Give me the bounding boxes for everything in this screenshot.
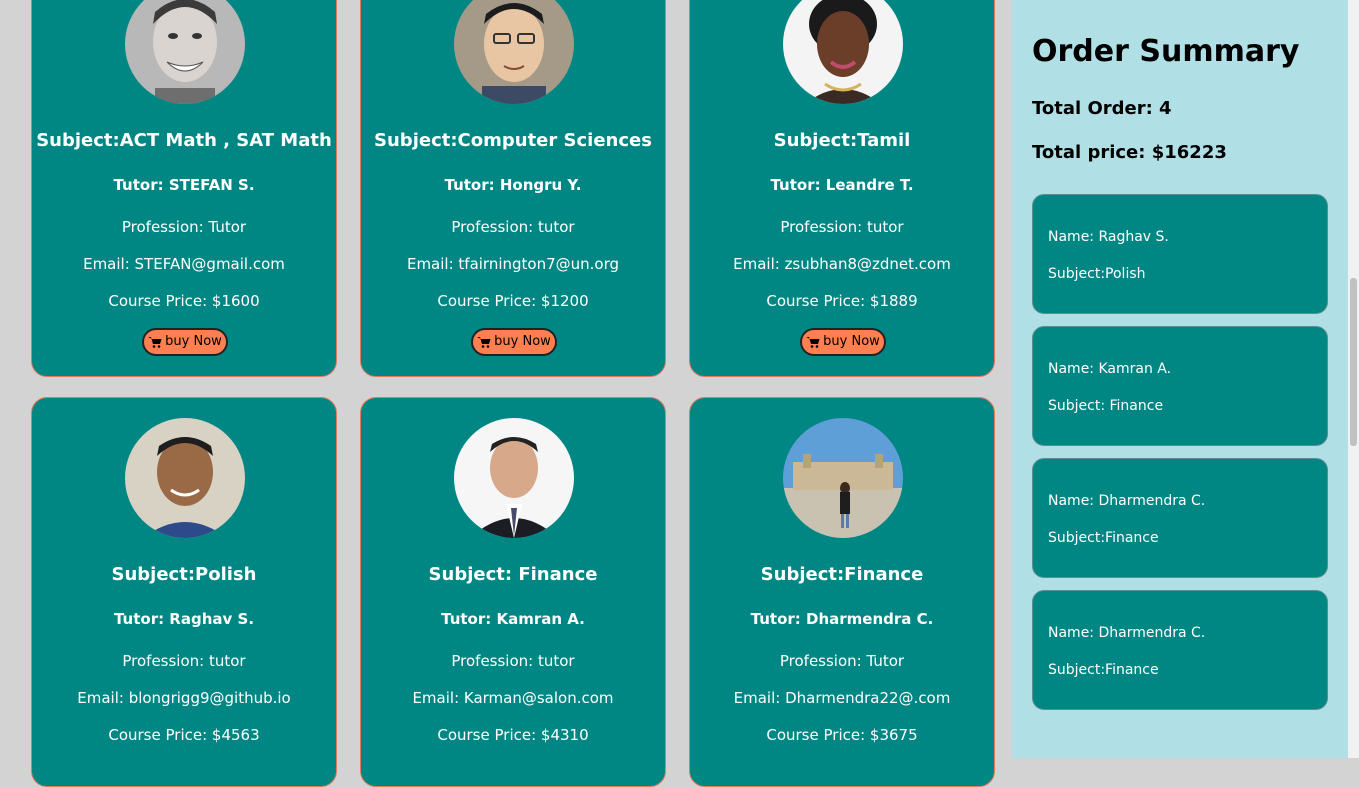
order-item: Name: Raghav S. Subject:Polish: [1032, 194, 1328, 314]
tutor-email: Email: blongrigg9@github.io: [77, 689, 291, 707]
tutor-profession: Profession: tutor: [451, 218, 575, 236]
tutor-email: Email: STEFAN@gmail.com: [83, 255, 285, 273]
tutor-avatar: [125, 418, 245, 538]
order-item-subject: Subject:Polish: [1048, 266, 1146, 282]
tutor-price: Course Price: $4563: [108, 726, 260, 744]
order-item-name: Name: Raghav S.: [1048, 229, 1169, 245]
tutor-card: Subject:Polish Tutor: Raghav S. Professi…: [31, 397, 337, 787]
tutor-name: Tutor: Raghav S.: [113, 610, 255, 628]
buy-now-button[interactable]: buy Now: [800, 328, 886, 356]
tutor-avatar: [454, 418, 574, 538]
tutor-card: Subject:Computer Sciences Tutor: Hongru …: [360, 0, 666, 377]
tutor-profession: Profession: Tutor: [121, 218, 247, 236]
tutor-price: Course Price: $1889: [766, 292, 918, 310]
buy-now-button[interactable]: buy Now: [471, 328, 557, 356]
order-item-name: Name: Dharmendra C.: [1048, 625, 1206, 641]
tutor-price: Course Price: $1600: [108, 292, 260, 310]
total-order: Total Order: 4: [1032, 98, 1172, 119]
tutor-subject: Subject:Tamil: [773, 130, 911, 151]
tutor-price: Course Price: $1200: [437, 292, 589, 310]
order-item-subject: Subject:Finance: [1048, 662, 1159, 678]
tutor-name: Tutor: Leandre T.: [770, 176, 914, 194]
order-item-subject: Subject: Finance: [1048, 398, 1164, 414]
tutor-email: Email: Dharmendra22@.com: [733, 689, 951, 707]
order-item-name: Name: Dharmendra C.: [1048, 493, 1206, 509]
tutor-name: Tutor: Hongru Y.: [444, 176, 582, 194]
order-item: Name: Dharmendra C. Subject:Finance: [1032, 458, 1328, 578]
tutor-email: Email: tfairnington7@un.org: [406, 255, 620, 273]
buy-now-label: buy Now: [165, 334, 222, 349]
tutor-profession: Profession: Tutor: [779, 652, 905, 670]
tutor-subject: Subject:Polish: [111, 564, 257, 585]
tutor-avatar: [783, 0, 903, 104]
shopping-cart-icon: [477, 336, 491, 348]
tutor-name: Tutor: Kamran A.: [441, 610, 585, 628]
tutor-subject: Subject:Finance: [760, 564, 924, 585]
scrollbar-thumb[interactable]: [1350, 278, 1357, 446]
tutor-avatar: [454, 0, 574, 104]
tutor-subject: Subject:Computer Sciences: [374, 130, 652, 151]
tutor-subject: Subject: Finance: [428, 564, 598, 585]
total-price: Total price: $16223: [1032, 142, 1227, 163]
tutor-profession: Profession: tutor: [122, 652, 246, 670]
buy-now-button[interactable]: buy Now: [142, 328, 228, 356]
tutor-subject: Subject:ACT Math , SAT Math: [36, 130, 332, 151]
order-item: Name: Kamran A. Subject: Finance: [1032, 326, 1328, 446]
buy-now-label: buy Now: [494, 334, 551, 349]
tutor-name: Tutor: STEFAN S.: [113, 176, 255, 194]
tutor-card: Subject:Tamil Tutor: Leandre T. Professi…: [689, 0, 995, 377]
order-summary-panel: Order Summary Total Order: 4 Total price…: [1012, 0, 1348, 758]
order-item-subject: Subject:Finance: [1048, 530, 1159, 546]
tutor-card: Subject:ACT Math , SAT Math Tutor: STEFA…: [31, 0, 337, 377]
tutor-price: Course Price: $4310: [437, 726, 589, 744]
buy-now-label: buy Now: [823, 334, 880, 349]
tutor-email: Email: Karman@salon.com: [412, 689, 614, 707]
tutor-card: Subject:Finance Tutor: Dharmendra C. Pro…: [689, 397, 995, 787]
tutor-avatar: [783, 418, 903, 538]
tutor-grid: Subject:ACT Math , SAT Math Tutor: STEFA…: [0, 0, 1012, 787]
tutor-profession: Profession: tutor: [780, 218, 904, 236]
tutor-profession: Profession: tutor: [451, 652, 575, 670]
tutor-name: Tutor: Dharmendra C.: [750, 610, 934, 628]
order-item: Name: Dharmendra C. Subject:Finance: [1032, 590, 1328, 710]
tutor-avatar: [125, 0, 245, 104]
order-item-name: Name: Kamran A.: [1048, 361, 1172, 377]
shopping-cart-icon: [806, 336, 820, 348]
tutor-card: Subject: Finance Tutor: Kamran A. Profes…: [360, 397, 666, 787]
order-summary-title: Order Summary: [1032, 34, 1300, 69]
shopping-cart-icon: [148, 336, 162, 348]
tutor-email: Email: zsubhan8@zdnet.com: [733, 255, 951, 273]
tutor-price: Course Price: $3675: [766, 726, 918, 744]
